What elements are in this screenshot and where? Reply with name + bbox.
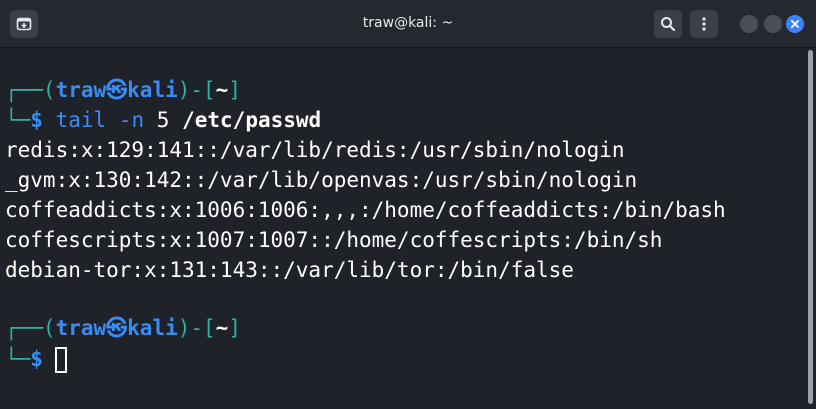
prompt-header: ┌──(traw㉿kali)-[~] — [5, 76, 241, 104]
prompt-path: ~ — [215, 316, 229, 340]
prompt-path: ~ — [215, 78, 229, 102]
command-line[interactable]: └─$ — [5, 345, 67, 373]
menu-button[interactable] — [690, 10, 718, 38]
prompt-user: traw — [55, 78, 107, 102]
output-line: debian-tor:x:131:143::/var/lib/tor:/bin/… — [5, 258, 574, 282]
command-argument: /etc/passwd — [182, 108, 322, 132]
prompt-dollar: $ — [30, 108, 43, 132]
output-line: coffeaddicts:x:1006:1006:,,,:/home/coffe… — [5, 198, 726, 222]
command-name: tail — [55, 108, 107, 132]
output-line: _gvm:x:130:142::/var/lib/openvas:/usr/sb… — [5, 168, 638, 192]
command-flag: -n — [118, 108, 145, 132]
search-icon — [661, 17, 676, 32]
close-button[interactable] — [786, 15, 804, 33]
prompt-host: kali — [127, 316, 178, 340]
minimize-button[interactable] — [740, 15, 758, 33]
scrollbar-thumb[interactable] — [808, 50, 813, 404]
prompt-host: kali — [127, 78, 178, 102]
prompt-dollar: $ — [30, 347, 43, 371]
command-line: └─$ tail -n 5 /etc/passwd — [5, 106, 321, 134]
maximize-button[interactable] — [764, 15, 782, 33]
close-icon — [791, 20, 799, 28]
prompt-corner-top: ┌──( — [5, 78, 56, 102]
title-bar: traw@kali: ~ — [0, 0, 816, 48]
command-number: 5 — [156, 108, 170, 132]
scrollbar[interactable] — [806, 48, 816, 409]
prompt-bracket-end: ] — [228, 78, 241, 102]
terminal-area[interactable]: ┌──(traw㉿kali)-[~] └─$ tail -n 5 /etc/pa… — [0, 48, 806, 409]
prompt-header: ┌──(traw㉿kali)-[~] — [5, 314, 241, 342]
kebab-menu-icon — [702, 17, 706, 31]
prompt-bracket-mid: )-[ — [177, 316, 216, 340]
prompt-corner-bottom: └─ — [5, 108, 31, 132]
terminal-window: traw@kali: ~ ┌──(traw㉿kali)-[~] └─$ tail… — [0, 0, 816, 409]
text-cursor — [54, 347, 67, 373]
new-tab-icon — [16, 17, 32, 31]
output-line: redis:x:129:141::/var/lib/redis:/usr/sbi… — [5, 138, 625, 162]
output-line: coffescripts:x:1007:1007::/home/coffescr… — [5, 228, 663, 252]
prompt-user: traw — [55, 316, 107, 340]
prompt-bracket-end: ] — [228, 316, 241, 340]
prompt-corner-bottom: └─ — [5, 347, 31, 371]
new-tab-button[interactable] — [10, 10, 38, 38]
prompt-bracket-mid: )-[ — [177, 78, 216, 102]
kali-skull-icon: ㉿ — [106, 78, 128, 102]
search-button[interactable] — [654, 10, 682, 38]
prompt-corner-top: ┌──( — [5, 316, 56, 340]
kali-skull-icon: ㉿ — [106, 316, 128, 340]
